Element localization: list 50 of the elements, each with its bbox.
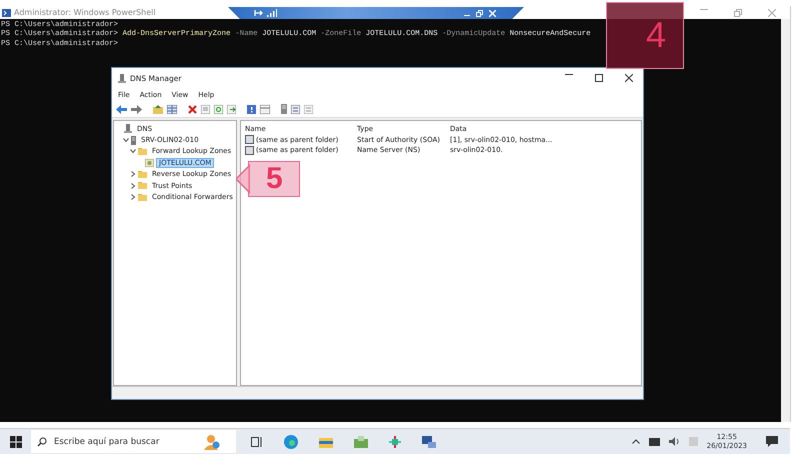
app-icon[interactable] [389,436,401,448]
export-icon[interactable] [227,104,236,114]
folder-icon[interactable] [319,436,333,448]
folder-icon [138,194,147,201]
folder-up-icon[interactable] [153,104,163,114]
task-view-icon[interactable] [251,436,263,446]
signal-icon [267,9,277,17]
zone-icon [145,158,154,167]
notification-icon[interactable] [766,436,778,447]
server-icon [131,136,136,145]
dns-icon [124,124,132,134]
back-arrow-icon[interactable] [116,104,127,114]
step-number: 4 [646,14,666,56]
step-number: 5 [266,162,283,196]
forward-arrow-icon[interactable] [131,104,142,114]
refresh-icon[interactable] [214,104,223,114]
chevron-up-icon[interactable] [632,439,640,444]
browser-icon[interactable] [284,434,298,448]
windows-start-icon[interactable] [10,436,22,448]
restore-icon[interactable] [476,10,483,16]
server-icon [118,74,126,82]
close-icon[interactable] [625,74,633,82]
speaker-icon[interactable] [668,437,680,446]
collapse-icon[interactable] [130,148,136,154]
delete-icon[interactable] [188,104,197,114]
list-icon[interactable] [304,104,313,114]
search-icon [37,436,47,446]
folder-icon [138,148,147,155]
maximize-icon[interactable] [595,74,603,82]
scrollbar[interactable] [781,19,790,422]
search-box[interactable]: Escribe aquí para buscar [31,430,236,453]
server-icon[interactable] [281,104,287,114]
list-icon[interactable] [291,104,300,114]
app-icon[interactable] [422,436,436,448]
folder-icon [138,170,147,178]
folder-icon [138,182,147,190]
pin-icon[interactable] [254,9,264,17]
expand-icon[interactable] [130,194,136,200]
collapse-icon[interactable] [123,137,129,144]
minimize-icon[interactable] [700,8,708,10]
window-title: Administrator: Windows PowerShell [14,8,156,17]
properties-icon[interactable] [201,104,210,114]
grid-icon[interactable] [167,104,177,114]
help-icon[interactable] [247,104,256,114]
network-icon[interactable] [648,438,660,446]
expand-icon[interactable] [130,182,136,189]
arrow-icon [236,164,250,194]
expand-icon[interactable] [130,171,136,178]
restore-icon[interactable] [734,8,742,16]
search-field[interactable]: Escribe aquí para buscar [54,436,194,446]
